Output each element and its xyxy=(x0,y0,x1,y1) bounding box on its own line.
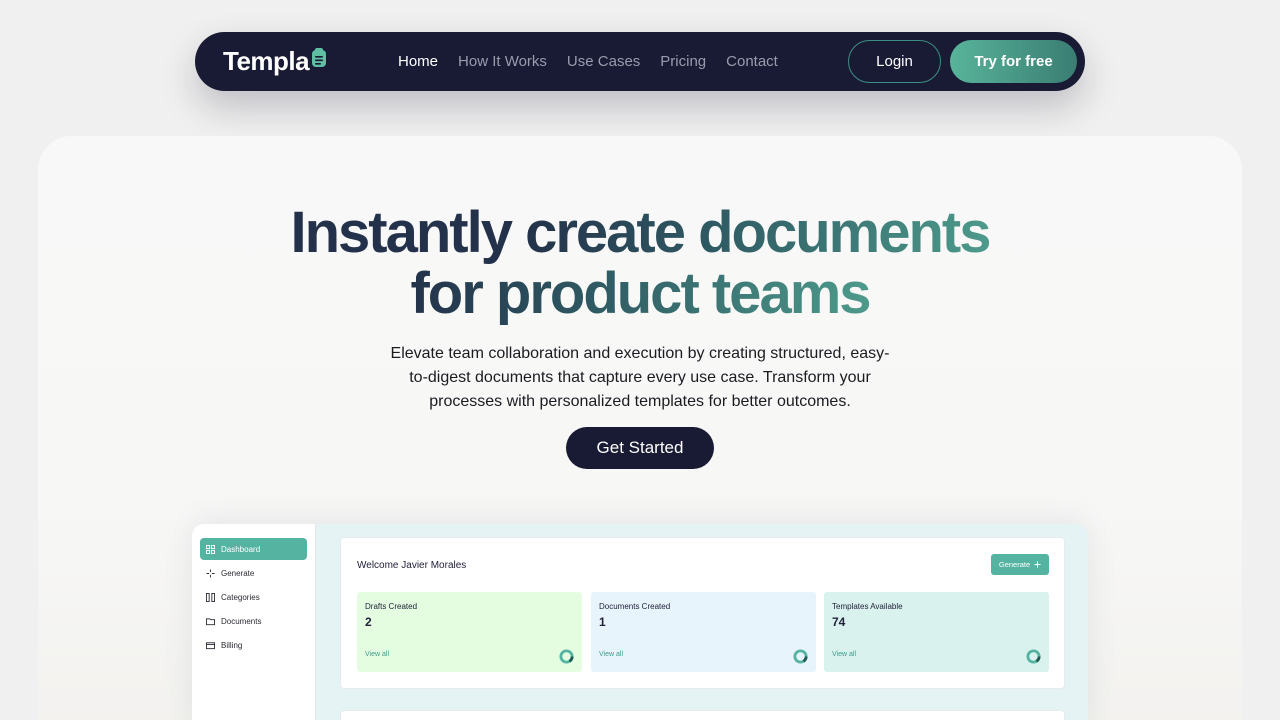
stat-card-drafts: Drafts Created 2 View all xyxy=(357,592,582,672)
grid-icon xyxy=(206,544,215,554)
view-all-link[interactable]: View all xyxy=(599,651,623,658)
stat-label: Templates Available xyxy=(832,602,903,611)
donut-chart-icon xyxy=(793,649,808,664)
nav-link-how-it-works[interactable]: How It Works xyxy=(458,53,547,70)
stat-value: 1 xyxy=(599,615,606,629)
sidebar-item-dashboard[interactable]: Dashboard xyxy=(200,538,307,560)
logo-document-icon xyxy=(311,48,327,68)
sidebar-item-billing[interactable]: Billing xyxy=(200,634,307,656)
dashboard-overview-panel: Welcome Javier Morales Generate Drafts C… xyxy=(340,537,1065,689)
sidebar-item-label: Dashboard xyxy=(221,544,261,554)
try-for-free-button[interactable]: Try for free xyxy=(950,40,1077,83)
card-icon xyxy=(206,641,215,649)
welcome-text: Welcome Javier Morales xyxy=(357,560,467,571)
logo-text: Templa xyxy=(223,45,310,76)
stat-value: 74 xyxy=(832,615,846,629)
donut-chart-icon xyxy=(559,649,574,664)
sidebar-item-categories[interactable]: Categories xyxy=(200,586,307,608)
top-nav: Templa Home How It Works Use Cases Prici… xyxy=(195,32,1085,91)
get-started-button[interactable]: Get Started xyxy=(566,427,714,469)
view-all-link[interactable]: View all xyxy=(365,651,389,658)
generate-button[interactable]: Generate xyxy=(991,554,1049,575)
stat-card-documents: Documents Created 1 View all xyxy=(591,592,816,672)
hero-headline: Instantly create documents for product t… xyxy=(38,202,1242,324)
view-all-link[interactable]: View all xyxy=(832,651,856,658)
sidebar-item-label: Categories xyxy=(221,592,260,602)
headline-part-create-documents: create documents xyxy=(525,200,991,265)
headline-part-product-teams: for product teams xyxy=(410,261,871,326)
sidebar-item-documents[interactable]: Documents xyxy=(200,610,307,632)
nav-link-pricing[interactable]: Pricing xyxy=(660,53,706,70)
hero-subtitle: Elevate team collaboration and execution… xyxy=(390,345,890,410)
login-button[interactable]: Login xyxy=(848,40,941,83)
generate-button-label: Generate xyxy=(998,560,1031,569)
stat-card-templates: Templates Available 74 View all xyxy=(824,592,1049,672)
folder-icon xyxy=(206,617,215,625)
logo[interactable]: Templa xyxy=(223,46,327,76)
sidebar-item-label: Billing xyxy=(221,640,243,650)
columns-icon xyxy=(206,592,215,602)
nav-links: Home How It Works Use Cases Pricing Cont… xyxy=(398,32,778,91)
sidebar-item-label: Generate xyxy=(221,568,255,578)
stat-label: Documents Created xyxy=(599,602,671,611)
sidebar-item-generate[interactable]: Generate xyxy=(200,562,307,584)
plus-icon xyxy=(1034,561,1041,568)
headline-part-instantly: Instantly xyxy=(290,200,526,265)
sidebar-item-label: Documents xyxy=(221,616,262,626)
dashboard-secondary-panel xyxy=(340,710,1065,720)
nav-link-home[interactable]: Home xyxy=(398,53,438,70)
dashboard-sidebar: Dashboard Generate Categories Documents … xyxy=(192,524,316,720)
nav-link-contact[interactable]: Contact xyxy=(726,53,778,70)
stat-value: 2 xyxy=(365,615,372,629)
donut-chart-icon xyxy=(1026,649,1041,664)
nav-link-use-cases[interactable]: Use Cases xyxy=(567,53,640,70)
dashboard-preview: Dashboard Generate Categories Documents … xyxy=(192,524,1088,720)
stat-label: Drafts Created xyxy=(365,602,418,611)
sparkle-icon xyxy=(206,568,215,578)
